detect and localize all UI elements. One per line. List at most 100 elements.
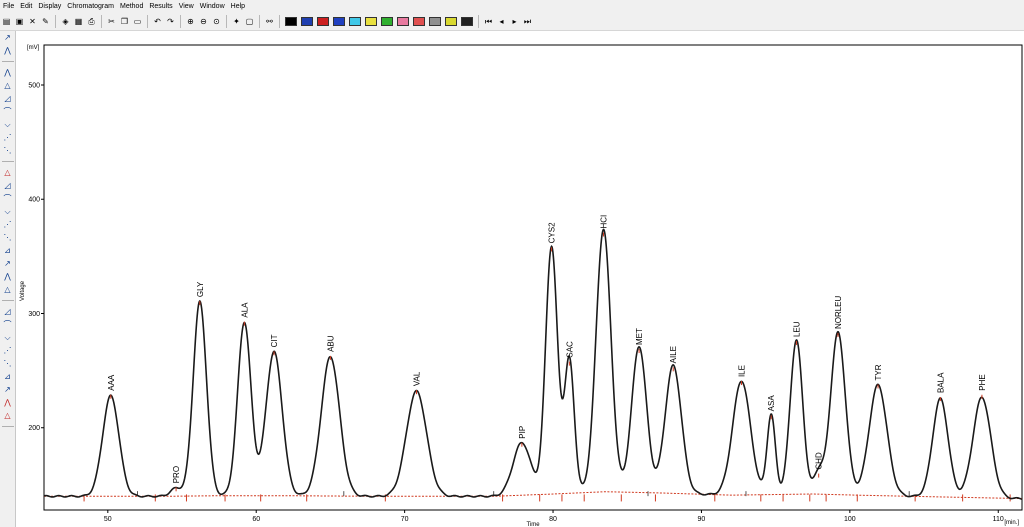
- negative-peak-icon[interactable]: ◿: [2, 306, 13, 317]
- edit-icon[interactable]: ✎: [40, 16, 51, 27]
- rear-tangent-icon[interactable]: △: [2, 284, 13, 295]
- peak-label-chd: CHD: [815, 452, 824, 470]
- menu-window[interactable]: Window: [197, 0, 228, 13]
- zoom-in-icon[interactable]: ⊕: [185, 16, 196, 27]
- separator: [101, 15, 102, 28]
- zoom-out-icon[interactable]: ⊖: [198, 16, 209, 27]
- merge-peak-icon[interactable]: ⌵: [2, 206, 13, 217]
- copy-icon[interactable]: ❐: [119, 16, 130, 27]
- trace-color-swatch-11[interactable]: [445, 17, 457, 26]
- integration-toolbar: ↗ ⋀ ⋀ △ ◿ ⌒ ⌵ ⋰ ⋱ △ ◿ ⌒ ⌵ ⋰ ⋱ ⊿ ↗ ⋀ △ ◿ ⌒ ⌵ ⋰ ⋱ ⊿ ↗ ⋀ △: [0, 31, 16, 527]
- integration-icon[interactable]: ↗: [2, 32, 13, 43]
- peak-end-icon[interactable]: △: [2, 80, 13, 91]
- shoulder-icon[interactable]: ⋰: [2, 132, 13, 143]
- front-tangent-icon[interactable]: ⋀: [2, 271, 13, 282]
- trace-color-swatch-12[interactable]: [461, 17, 473, 26]
- tool-icon[interactable]: ✦: [231, 16, 242, 27]
- baseline-icon[interactable]: ⋱: [2, 145, 13, 156]
- chromatogram-chart[interactable]: 200 300 400 500 50 60 70 80 90 100 110 [mV] Voltage T…: [16, 31, 1024, 527]
- peak-label-sac: SAC: [565, 341, 574, 358]
- delete-peak-icon[interactable]: △: [2, 167, 13, 178]
- cut-icon[interactable]: ✂: [106, 16, 117, 27]
- first-icon[interactable]: ⏮: [483, 16, 494, 27]
- trace-color-swatch-10[interactable]: [429, 17, 441, 26]
- split-peak-icon[interactable]: ⌒: [2, 193, 13, 204]
- trace-color-swatch-5[interactable]: [349, 17, 361, 26]
- sequence-icon[interactable]: ▦: [73, 16, 84, 27]
- y-tick-label: 500: [28, 82, 40, 89]
- calibrate-icon[interactable]: ⌵: [2, 332, 13, 343]
- red-mark-icon[interactable]: ⋀: [2, 397, 13, 408]
- zoom-reset-icon[interactable]: ⊙: [211, 16, 222, 27]
- plot-frame: [43, 44, 1023, 511]
- menu-chromatogram[interactable]: Chromatogram: [64, 0, 117, 13]
- close-icon[interactable]: ✕: [27, 16, 38, 27]
- x-tick-label: 90: [698, 516, 706, 523]
- peak-start-icon[interactable]: ⋀: [2, 67, 13, 78]
- x-tick-label: 60: [252, 516, 260, 523]
- trace-color-swatch-1[interactable]: [285, 17, 297, 26]
- x-tick-label: 70: [401, 516, 409, 523]
- next-icon[interactable]: ▸: [509, 16, 520, 27]
- trace-color-swatch-3[interactable]: [317, 17, 329, 26]
- identify-icon[interactable]: ⊿: [2, 371, 13, 382]
- peak-width-icon[interactable]: ◿: [2, 93, 13, 104]
- trace-color-swatch-8[interactable]: [397, 17, 409, 26]
- signal-trace: [43, 228, 1022, 500]
- separator: [279, 15, 280, 28]
- x-tick-label: 80: [549, 516, 557, 523]
- separator: [1, 426, 14, 427]
- peak-label-icon[interactable]: ⋱: [2, 358, 13, 369]
- undo-icon[interactable]: ↶: [152, 16, 163, 27]
- last-icon[interactable]: ⏭: [522, 16, 533, 27]
- menu-view[interactable]: View: [176, 0, 197, 13]
- forward-horizontal-icon[interactable]: ⊿: [2, 245, 13, 256]
- print-icon[interactable]: ⎙: [86, 16, 97, 27]
- peak-label-phe: PHE: [978, 374, 987, 390]
- peak-label-cit: CIT: [270, 334, 279, 347]
- menu-results[interactable]: Results: [146, 0, 175, 13]
- save-icon[interactable]: ▣: [14, 16, 25, 27]
- link-icon[interactable]: ⚯: [264, 16, 275, 27]
- menu-file[interactable]: File: [0, 0, 17, 13]
- baseline-trace: [44, 491, 1023, 500]
- prev-icon[interactable]: ◂: [496, 16, 507, 27]
- manual-peak-icon[interactable]: ⋀: [2, 45, 13, 56]
- x-tick-label: 50: [104, 516, 112, 523]
- x-axis-title: Time: [526, 522, 540, 527]
- menu-edit[interactable]: Edit: [17, 0, 35, 13]
- x-axis-unit: [min.]: [1004, 520, 1019, 526]
- tangent-icon[interactable]: ⌒: [2, 106, 13, 117]
- trace-color-swatch-4[interactable]: [333, 17, 345, 26]
- redo-icon[interactable]: ↷: [165, 16, 176, 27]
- backward-horizontal-icon[interactable]: ↗: [2, 258, 13, 269]
- method-icon[interactable]: ◈: [60, 16, 71, 27]
- paste-icon[interactable]: ▭: [132, 16, 143, 27]
- peak-label-bala: BALA: [936, 372, 945, 393]
- peak-label-cys2: CYS2: [548, 222, 557, 243]
- menu-method[interactable]: Method: [117, 0, 146, 13]
- peak-label-leu: LEU: [792, 321, 801, 337]
- trace-color-swatch-9[interactable]: [413, 17, 425, 26]
- peak-label-hci: HCI: [599, 215, 608, 229]
- dashed-baseline-icon[interactable]: ⌒: [2, 319, 13, 330]
- disabled-icon[interactable]: ↗: [2, 384, 13, 395]
- separator: [1, 61, 14, 62]
- menu-help[interactable]: Help: [228, 0, 248, 13]
- y-axis-title: Voltage: [20, 280, 26, 301]
- valley-icon[interactable]: ⌵: [2, 119, 13, 130]
- menu-display[interactable]: Display: [35, 0, 64, 13]
- trace-color-swatch-6[interactable]: [365, 17, 377, 26]
- peak-label-ile: ILE: [738, 365, 747, 377]
- chromatogram-plot[interactable]: 200 300 400 500 50 60 70 80 90 100 110 [mV] Voltage T…: [16, 31, 1024, 527]
- move-baseline-icon[interactable]: ⋰: [2, 219, 13, 230]
- add-peak-icon[interactable]: ◿: [2, 180, 13, 191]
- red-tool-icon[interactable]: △: [2, 410, 13, 421]
- comment-icon[interactable]: ▢: [244, 16, 255, 27]
- threshold-icon[interactable]: ⋰: [2, 345, 13, 356]
- main-toolbar: ▤ ▣ ✕ ✎ ◈ ▦ ⎙ ✂ ❐ ▭ ↶ ↷ ⊕ ⊖ ⊙ ✦ ▢ ⚯ ⏮ ◂ ▸ ⏭: [0, 13, 1024, 31]
- lock-baseline-icon[interactable]: ⋱: [2, 232, 13, 243]
- trace-color-swatch-2[interactable]: [301, 17, 313, 26]
- trace-color-swatch-7[interactable]: [381, 17, 393, 26]
- open-icon[interactable]: ▤: [1, 16, 12, 27]
